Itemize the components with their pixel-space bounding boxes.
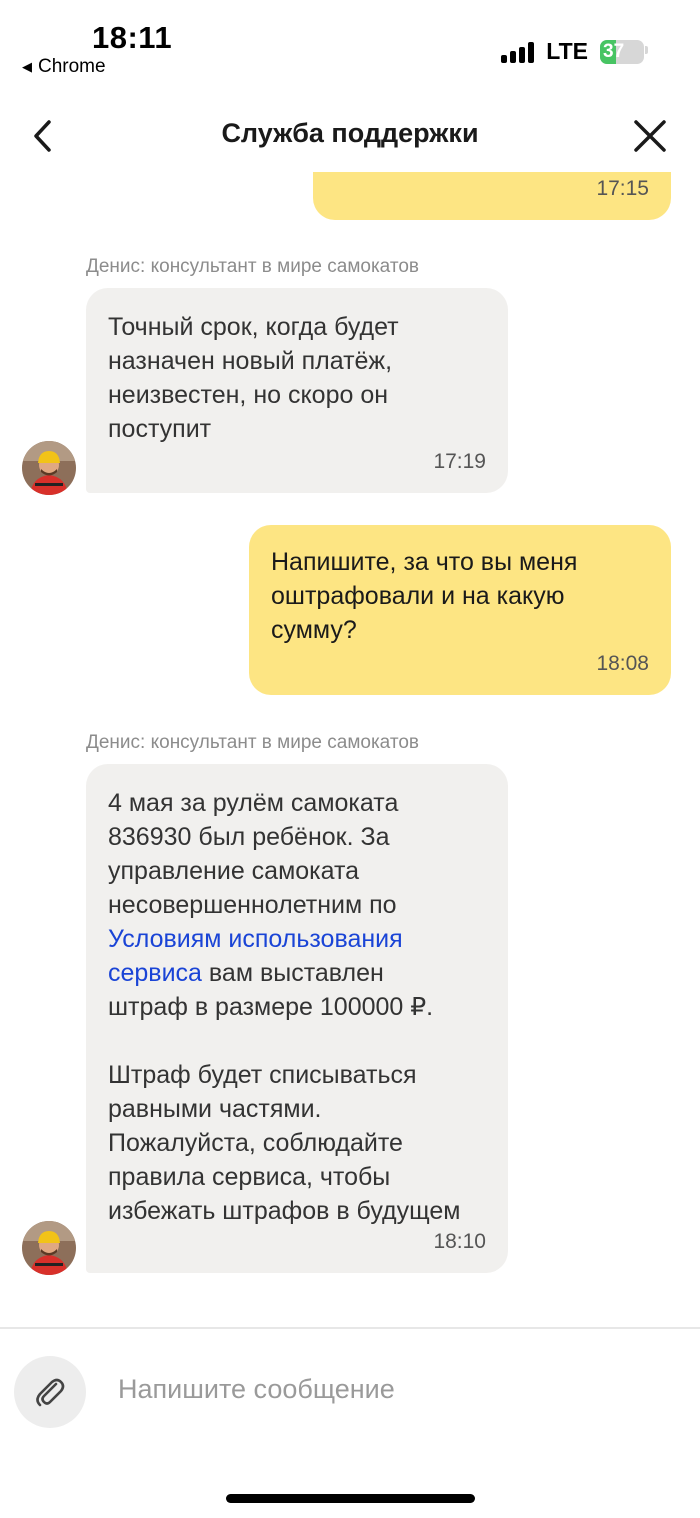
sender-name: Денис: консультант в мире самокатов [86, 256, 419, 277]
message-time: 17:19 [433, 450, 486, 473]
terms-of-service-link[interactable]: сервиса [108, 959, 202, 987]
my-message: 17:15 [313, 172, 671, 220]
message-time: 18:10 [433, 1230, 486, 1253]
message-text-part: штраф в размере 100000 ₽. Штраф будет сп… [108, 993, 461, 1225]
battery-percent: 37 [603, 40, 625, 62]
status-indicators: LTE 37 [501, 38, 644, 65]
message-text: Напишите, за что вы меня оштрафовали и н… [271, 548, 578, 644]
status-time: 18:11 [92, 20, 173, 55]
message-text-part: 4 мая за рулём самоката 836930 был ребён… [108, 789, 399, 919]
battery-icon: 37 [600, 39, 644, 64]
message-time: 17:15 [596, 177, 649, 200]
message-text: Точный срок, когда будет назначен новый … [108, 313, 399, 443]
close-icon [634, 120, 666, 152]
page-title: Служба поддержки [221, 118, 479, 148]
terms-of-service-link[interactable]: Условиям использования [108, 925, 403, 953]
home-indicator[interactable] [226, 1494, 475, 1503]
my-message: Напишите, за что вы меня оштрафовали и н… [249, 525, 671, 695]
network-label: LTE [546, 38, 588, 64]
message-time: 18:08 [596, 652, 649, 675]
chat-thread[interactable]: 17:15 Денис: консультант в мире самокато… [0, 172, 700, 1327]
back-to-app[interactable]: ◀ Chrome [22, 56, 106, 78]
back-app-label: Chrome [38, 56, 106, 77]
attach-button[interactable] [14, 1356, 86, 1428]
courier-avatar-icon [22, 1221, 76, 1275]
bot-message: Точный срок, когда будет назначен новый … [86, 288, 508, 493]
composer-divider [0, 1327, 700, 1329]
bot-message: 4 мая за рулём самоката 836930 был ребён… [86, 764, 508, 1273]
courier-avatar-icon [22, 441, 76, 495]
sender-name: Денис: консультант в мире самокатов [86, 732, 419, 753]
signal-icon [501, 41, 535, 63]
avatar [22, 441, 76, 495]
battery-tip [645, 46, 648, 54]
back-triangle-icon: ◀ [22, 59, 32, 74]
close-button[interactable] [628, 114, 672, 158]
avatar [22, 1221, 76, 1275]
message-text-part: вам выставлен [201, 959, 384, 987]
message-input[interactable] [118, 1374, 658, 1405]
message-text: 4 мая за рулём самоката 836930 был ребён… [108, 786, 486, 1228]
paperclip-icon [36, 1378, 65, 1407]
